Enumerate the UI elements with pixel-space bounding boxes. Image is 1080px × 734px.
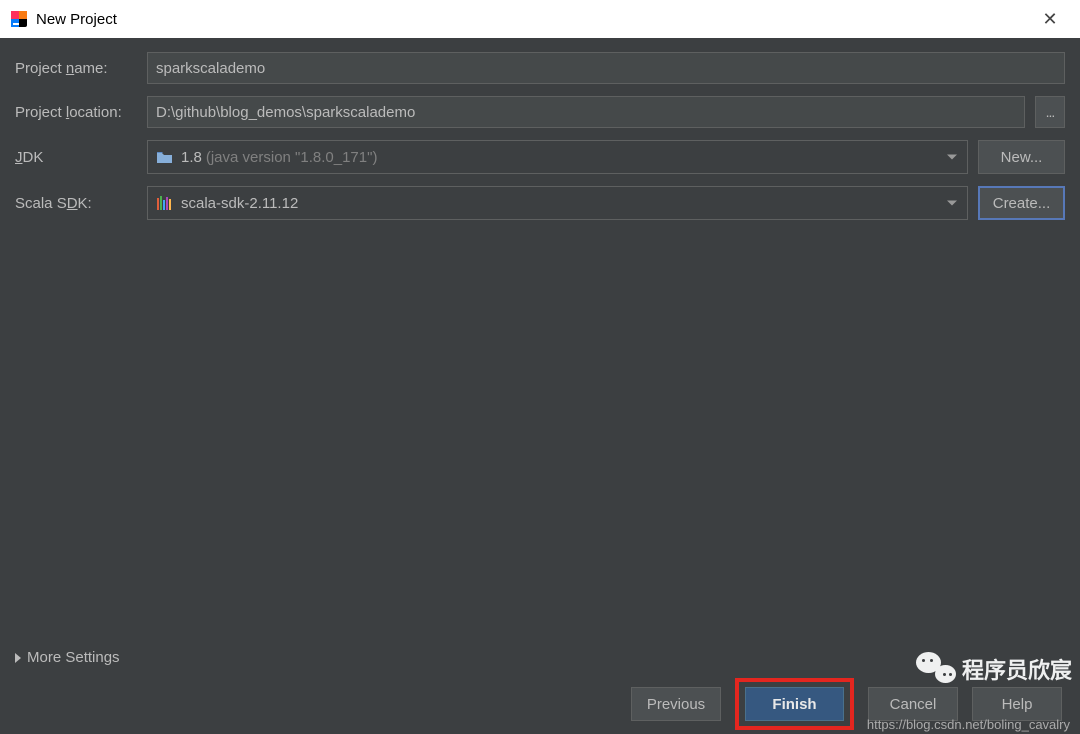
triangle-right-icon: [15, 653, 21, 663]
jdk-dropdown[interactable]: 1.8 (java version "1.8.0_171"): [147, 140, 968, 174]
jdk-row: JDK 1.8 (java version "1.8.0_171") New..…: [15, 140, 1065, 174]
chevron-down-icon: [947, 155, 957, 160]
intellij-icon: [10, 10, 28, 28]
previous-button[interactable]: Previous: [631, 687, 721, 721]
project-location-label: Project location:: [15, 104, 137, 121]
jdk-hint: (java version "1.8.0_171"): [206, 149, 378, 166]
project-name-label: Project name:: [15, 60, 137, 77]
scala-sdk-dropdown[interactable]: scala-sdk-2.11.12: [147, 186, 968, 220]
chevron-down-icon: [947, 201, 957, 206]
scala-sdk-value: scala-sdk-2.11.12: [181, 195, 298, 212]
scala-sdk-row: Scala SDK: scala-sdk-2.11.12 Create...: [15, 186, 1065, 220]
more-settings-label: More Settings: [27, 649, 120, 666]
titlebar: New Project ✕: [0, 0, 1080, 38]
create-scala-sdk-label: Create...: [993, 195, 1051, 212]
folder-icon: [156, 150, 173, 164]
scala-sdk-label: Scala SDK:: [15, 195, 137, 212]
project-name-input[interactable]: [147, 52, 1065, 84]
cancel-button[interactable]: Cancel: [868, 687, 958, 721]
finish-button[interactable]: Finish: [745, 687, 844, 721]
project-location-input[interactable]: [147, 96, 1025, 128]
new-jdk-button[interactable]: New...: [978, 140, 1065, 174]
browse-location-button[interactable]: ...: [1035, 96, 1065, 128]
project-name-row: Project name:: [15, 52, 1065, 84]
help-button[interactable]: Help: [972, 687, 1062, 721]
titlebar-left: New Project: [10, 10, 117, 28]
project-location-row: Project location: ...: [15, 96, 1065, 128]
more-settings-toggle[interactable]: More Settings: [15, 649, 120, 666]
create-scala-sdk-button[interactable]: Create...: [978, 186, 1065, 220]
finish-highlight: Finish: [735, 678, 854, 730]
jdk-label: JDK: [15, 149, 137, 166]
close-button[interactable]: ✕: [1030, 9, 1070, 30]
new-jdk-label: New...: [1001, 149, 1043, 166]
jdk-value: 1.8: [181, 149, 202, 166]
window-title: New Project: [36, 11, 117, 28]
library-icon: [156, 196, 173, 211]
footer: Previous Finish Cancel Help: [0, 674, 1080, 734]
content-area: Project name: Project location: ... JDK …: [0, 38, 1080, 220]
